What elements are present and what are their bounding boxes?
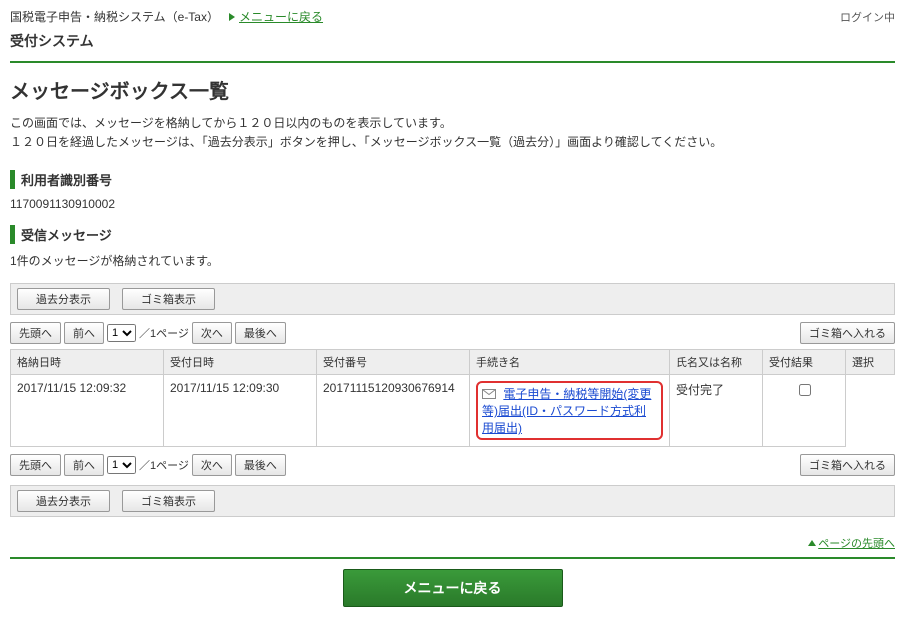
menu-back-link[interactable]: メニューに戻る — [229, 8, 323, 25]
page-select[interactable]: 1 — [107, 456, 136, 474]
last-page-button[interactable]: 最後へ — [235, 454, 286, 476]
prev-page-button[interactable]: 前へ — [64, 454, 104, 476]
first-page-button[interactable]: 先頭へ — [10, 454, 61, 476]
first-page-button[interactable]: 先頭へ — [10, 322, 61, 344]
col-select: 選択 — [846, 350, 895, 375]
table-row: 2017/11/15 12:09:32 2017/11/15 12:09:30 … — [11, 375, 895, 447]
cell-number: 20171115120930676914 — [317, 375, 470, 447]
next-page-button[interactable]: 次へ — [192, 454, 232, 476]
col-procedure: 手続き名 — [470, 350, 670, 375]
site-name: 国税電子申告・納税システム（e-Tax） — [10, 8, 219, 25]
highlight-callout: 電子申告・納税等開始(変更等)届出(ID・パスワード方式利用届出) — [476, 381, 663, 440]
move-to-trash-button[interactable]: ゴミ箱へ入れる — [800, 454, 895, 476]
page-description: この画面では、メッセージを格納してから１２０日以内のものを表示しています。 １２… — [10, 114, 895, 152]
last-page-button[interactable]: 最後へ — [235, 322, 286, 344]
login-status: ログイン中 — [840, 9, 895, 25]
arrow-up-icon — [808, 540, 816, 546]
user-id-value: 1170091130910002 — [10, 197, 895, 211]
past-button[interactable]: 過去分表示 — [17, 490, 110, 512]
message-count-text: 1件のメッセージが格納されています。 — [10, 252, 895, 269]
pager-bottom: 先頭へ 前へ 1 ／1ページ 次へ 最後へ ゴミ箱へ入れる — [10, 451, 895, 479]
page-total-label: ／1ページ — [139, 457, 189, 473]
page-total-label: ／1ページ — [139, 325, 189, 341]
procedure-link[interactable]: 電子申告・納税等開始(変更等)届出(ID・パスワード方式利用届出) — [482, 387, 651, 435]
past-button[interactable]: 過去分表示 — [17, 288, 110, 310]
trash-view-button[interactable]: ゴミ箱表示 — [122, 288, 215, 310]
col-number: 受付番号 — [317, 350, 470, 375]
top-bar: 国税電子申告・納税システム（e-Tax） メニューに戻る ログイン中 — [10, 6, 895, 27]
col-stored: 格納日時 — [11, 350, 164, 375]
row-select-checkbox[interactable] — [799, 384, 811, 396]
col-received: 受付日時 — [164, 350, 317, 375]
cell-received: 2017/11/15 12:09:30 — [164, 375, 317, 447]
divider — [10, 61, 895, 63]
page-select[interactable]: 1 — [107, 324, 136, 342]
prev-page-button[interactable]: 前へ — [64, 322, 104, 344]
cell-select — [763, 375, 846, 447]
trash-view-button[interactable]: ゴミ箱表示 — [122, 490, 215, 512]
section-user-id-label: 利用者識別番号 — [10, 170, 895, 189]
move-to-trash-button[interactable]: ゴミ箱へ入れる — [800, 322, 895, 344]
mail-icon — [482, 388, 496, 402]
col-name: 氏名又は名称 — [670, 350, 763, 375]
button-bar-top: 過去分表示 ゴミ箱表示 — [10, 283, 895, 315]
page-top-link[interactable]: ページの先頭へ — [808, 535, 895, 551]
cell-result: 受付完了 — [670, 375, 763, 447]
menu-back-main-button[interactable]: メニューに戻る — [343, 569, 563, 607]
system-title: 受付システム — [10, 27, 895, 57]
cell-procedure: 電子申告・納税等開始(変更等)届出(ID・パスワード方式利用届出) — [470, 375, 670, 447]
arrow-right-icon — [229, 13, 235, 21]
page-title: メッセージボックス一覧 — [10, 75, 895, 104]
cell-stored: 2017/11/15 12:09:32 — [11, 375, 164, 447]
footer-bar: メニューに戻る — [10, 557, 895, 607]
section-messages-label: 受信メッセージ — [10, 225, 895, 244]
pager-top: 先頭へ 前へ 1 ／1ページ 次へ 最後へ ゴミ箱へ入れる — [10, 319, 895, 347]
button-bar-bottom: 過去分表示 ゴミ箱表示 — [10, 485, 895, 517]
next-page-button[interactable]: 次へ — [192, 322, 232, 344]
message-table: 格納日時 受付日時 受付番号 手続き名 氏名又は名称 受付結果 選択 2017/… — [10, 349, 895, 447]
col-result: 受付結果 — [763, 350, 846, 375]
